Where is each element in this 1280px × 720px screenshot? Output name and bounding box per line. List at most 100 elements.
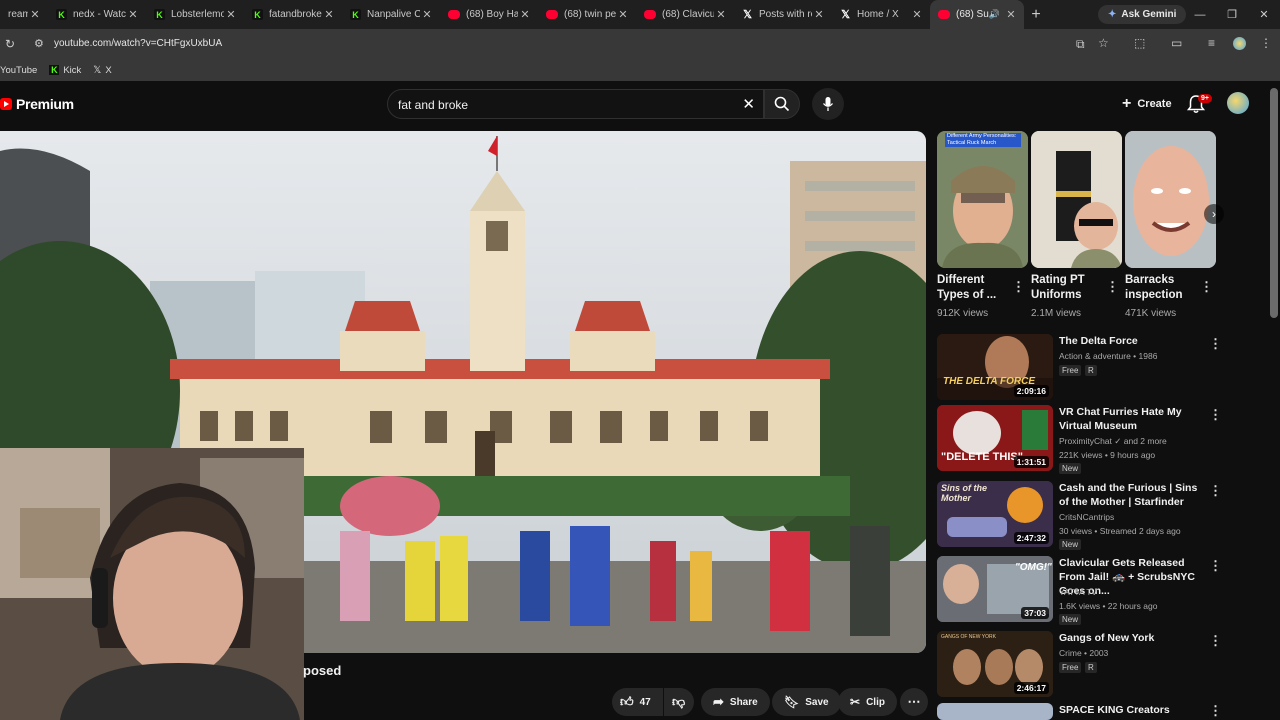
rec-thumbnail[interactable]: Sins of the Mother 2:47:32 [937, 481, 1053, 547]
side-panel-icon[interactable]: ▭ [1171, 36, 1182, 50]
voice-search-button[interactable] [812, 88, 844, 120]
clear-search-icon[interactable]: ✕ [742, 95, 755, 113]
tab-close-icon[interactable]: ✕ [420, 8, 434, 21]
recommendation-item[interactable]: Sins of the Mother 2:47:32 Cash and the … [937, 481, 1237, 550]
browser-tab[interactable]: 𝕏 Posts with re ✕ [734, 0, 832, 29]
rec-thumbnail[interactable] [937, 703, 1053, 720]
maximize-button[interactable]: ❐ [1216, 0, 1248, 29]
search-button[interactable] [764, 89, 800, 119]
rec-thumbnail[interactable]: GANGS OF NEW YORK 2:46:17 [937, 631, 1053, 697]
new-tab-button[interactable]: + [1024, 6, 1048, 24]
more-vertical-icon[interactable]: ⋮ [1209, 703, 1222, 719]
browser-tab[interactable]: K fatandbroke ✕ [244, 0, 342, 29]
url-field[interactable]: youtube.com/watch?v=CHtFgxUxbUA [54, 38, 222, 49]
kick-icon: K [252, 9, 263, 20]
account-avatar[interactable] [1227, 92, 1249, 114]
bookmark-item[interactable]: K Kick [49, 65, 81, 76]
tab-close-icon[interactable]: ✕ [812, 8, 826, 21]
bookmark-item[interactable]: YouTube [0, 65, 37, 76]
short-thumbnail[interactable] [1031, 131, 1122, 268]
recommendation-item[interactable]: GANGS OF NEW YORK 2:46:17 Gangs of New Y… [937, 631, 1237, 699]
tab-title: Posts with re [759, 9, 812, 20]
more-vertical-icon[interactable]: ⋮ [1200, 279, 1213, 295]
tab-close-icon[interactable]: ✕ [224, 8, 238, 21]
kick-icon: K [56, 9, 67, 20]
more-vertical-icon[interactable]: ⋮ [1209, 407, 1222, 423]
extensions-icon[interactable]: ⬚ [1134, 36, 1145, 50]
more-vertical-icon[interactable]: ⋮ [1012, 279, 1025, 295]
more-vertical-icon[interactable]: ⋮ [1209, 633, 1222, 649]
browser-tab[interactable]: K Lobsterlemon ✕ [146, 0, 244, 29]
tab-close-icon[interactable]: ✕ [714, 8, 728, 21]
short-thumbnail-image [1125, 131, 1216, 268]
bookmark-star-icon[interactable]: ☆ [1098, 36, 1109, 50]
recommendation-item[interactable]: THE DELTA FORCE 2:09:16 The Delta Force … [937, 334, 1237, 402]
close-window-button[interactable]: ✕ [1248, 0, 1280, 29]
more-vertical-icon[interactable]: ⋮ [1209, 558, 1222, 574]
address-bar: ↻ ⚙ youtube.com/watch?v=CHtFgxUxbUA ⧉ ☆ … [0, 29, 1280, 59]
browser-tab[interactable]: K nedx - Watch ✕ [48, 0, 146, 29]
dislike-button[interactable]: 👎︎ [664, 688, 694, 716]
rec-thumbnail[interactable]: THE DELTA FORCE 2:09:16 [937, 334, 1053, 400]
like-count: 47 [639, 696, 651, 708]
browser-tab[interactable]: (68) Boy Han ✕ [440, 0, 538, 29]
browser-tab[interactable]: (68) twin pe ✕ [538, 0, 636, 29]
rec-channel: YATTA TV [1059, 587, 1098, 597]
tab-close-icon[interactable]: ✕ [616, 8, 630, 21]
media-control-icon[interactable]: ≡ [1208, 36, 1215, 50]
rec-title: VR Chat Furries Hate My Virtual Museum [1059, 406, 1182, 432]
x-logo-icon: 𝕏 [93, 64, 102, 76]
speaker-icon[interactable]: 🔊 [989, 9, 1000, 20]
thumbs-up-icon: 👍︎ [620, 694, 634, 709]
bookmark-item[interactable]: 𝕏 X [93, 65, 111, 76]
short-title[interactable]: Barracks inspection [1125, 273, 1183, 303]
tab-close-icon[interactable]: ✕ [322, 8, 336, 21]
minimize-button[interactable]: — [1184, 0, 1216, 29]
browser-tab[interactable]: 𝕏 Home / X ✕ [832, 0, 930, 29]
search-box[interactable]: fat and broke ✕ [387, 89, 764, 119]
browser-tab-active[interactable]: (68) Surv 🔊 ✕ [930, 0, 1024, 29]
rec-thumb-text: Sins of the Mother [941, 483, 988, 503]
more-vertical-icon[interactable]: ⋮ [1209, 336, 1222, 352]
ask-gemini-button[interactable]: ✦ Ask Gemini [1098, 5, 1187, 24]
microphone-icon [822, 97, 834, 111]
page-scrollbar[interactable] [1270, 88, 1278, 318]
more-vertical-icon[interactable]: ⋮ [1106, 279, 1119, 295]
clip-button[interactable]: ✂ Clip [838, 688, 897, 716]
rec-thumbnail[interactable]: "DELETE THIS" 1:31:51 [937, 405, 1053, 471]
tab-close-icon[interactable]: ✕ [126, 8, 140, 21]
short-thumbnail[interactable]: Different Army Personalities: Tactical R… [937, 131, 1028, 268]
like-button[interactable]: 👍︎ 47 [612, 688, 663, 716]
browser-tab[interactable]: K Nanpalive Cl ✕ [342, 0, 440, 29]
short-title[interactable]: Different Types of ... [937, 273, 996, 303]
share-button[interactable]: ➦ Share [701, 688, 770, 716]
save-button[interactable]: 🔖︎ Save [772, 688, 841, 716]
logo-text: Premium [16, 96, 74, 112]
install-app-icon[interactable]: ⧉ [1076, 37, 1085, 52]
search-input[interactable]: fat and broke [398, 98, 468, 112]
tab-close-icon[interactable]: ✕ [1004, 8, 1018, 21]
rec-thumbnail[interactable]: "OMG!" 37:03 [937, 556, 1053, 622]
browser-menu-icon[interactable]: ⋮ [1260, 36, 1272, 50]
browser-tab[interactable]: (68) Clavicula ✕ [636, 0, 734, 29]
shorts-next-button[interactable]: › [1204, 204, 1224, 224]
youtube-icon [644, 10, 656, 19]
short-title[interactable]: Rating PT Uniforms [1031, 273, 1085, 303]
rating-badge: R [1085, 662, 1097, 673]
short-thumbnail[interactable] [1125, 131, 1216, 268]
reload-icon[interactable]: ↻ [5, 37, 15, 51]
more-actions-button[interactable]: ⋯ [900, 688, 928, 716]
tab-close-icon[interactable]: ✕ [518, 8, 532, 21]
recommendation-item[interactable]: SPACE KING Creators Answer ⋮ [937, 703, 1237, 720]
recommendation-item[interactable]: "DELETE THIS" 1:31:51 VR Chat Furries Ha… [937, 405, 1237, 474]
more-vertical-icon[interactable]: ⋮ [1209, 483, 1222, 499]
profile-avatar[interactable] [1233, 37, 1246, 50]
youtube-logo[interactable]: Premium [0, 96, 74, 112]
tab-close-icon[interactable]: ✕ [910, 8, 924, 21]
recommendation-item[interactable]: "OMG!" 37:03 Clavicular Gets Released Fr… [937, 556, 1237, 625]
site-info-icon[interactable]: ⚙ [34, 37, 44, 50]
tab-close-icon[interactable]: ✕ [28, 8, 42, 21]
webcam-overlay [0, 448, 304, 720]
browser-tab[interactable]: ream ✕ [0, 0, 48, 29]
create-button[interactable]: + Create [1110, 89, 1184, 119]
